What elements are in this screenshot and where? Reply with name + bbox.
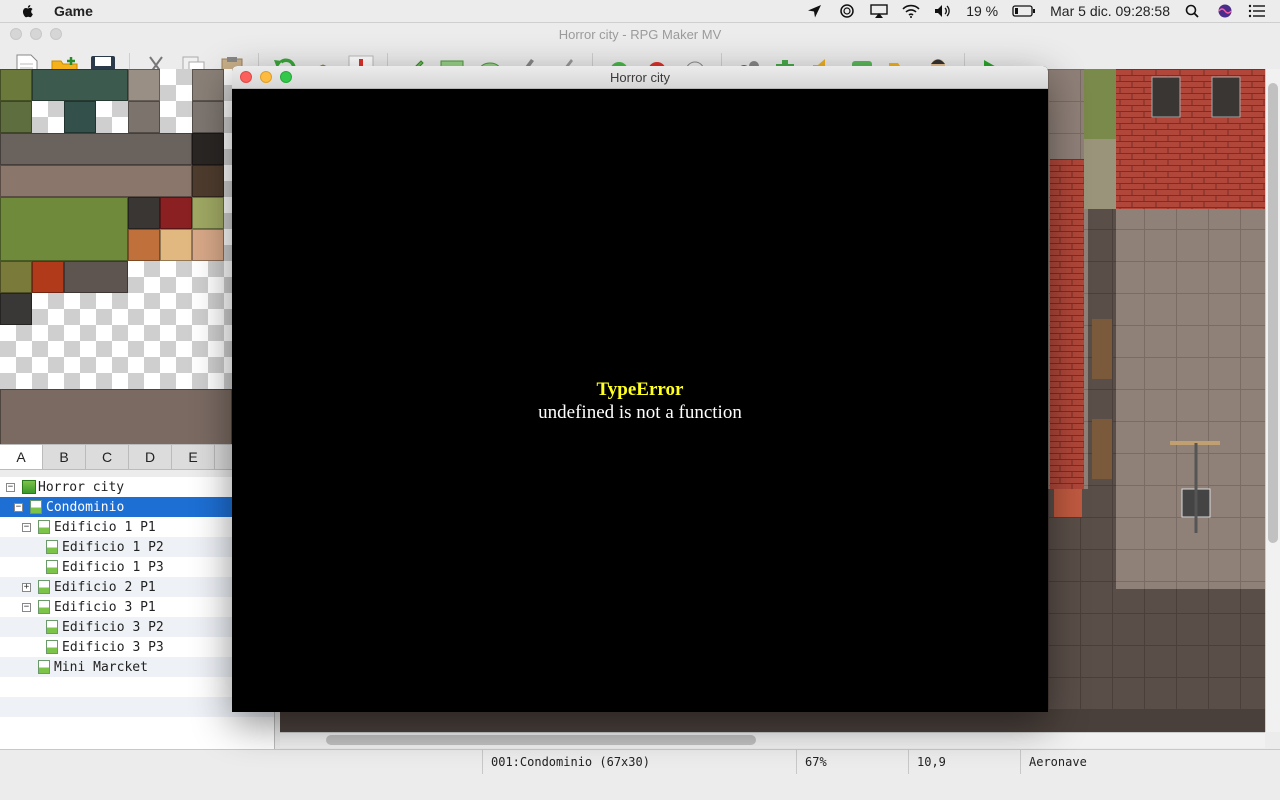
app-menu[interactable]: Game: [54, 3, 93, 19]
tileset-tab-d[interactable]: D: [129, 445, 172, 469]
clock[interactable]: Mar 5 dic. 09:28:58: [1050, 3, 1170, 19]
tile[interactable]: [0, 133, 192, 165]
map-icon: [38, 580, 50, 594]
tree-item-label: Edificio 1 P2: [62, 539, 164, 555]
game-window-title: Horror city: [610, 69, 670, 85]
tree-item-label: Edificio 3 P1: [54, 599, 156, 615]
spotlight-search-icon[interactable]: [1184, 4, 1202, 18]
tree-item-label: Edificio 1 P3: [62, 559, 164, 575]
tree-item-label: Edificio 3 P3: [62, 639, 164, 655]
tile[interactable]: [160, 197, 192, 229]
tile[interactable]: [192, 101, 224, 133]
tree-item-label: Mini Marcket: [54, 659, 148, 675]
tileset-tab-a[interactable]: A: [0, 445, 43, 469]
tile[interactable]: [192, 229, 224, 261]
vertical-scrollbar[interactable]: [1265, 69, 1280, 732]
tile[interactable]: [128, 101, 160, 133]
tileset-tabs: A B C D E: [0, 444, 232, 470]
tree-item-label: Edificio 2 P1: [54, 579, 156, 595]
map-icon: [38, 660, 50, 674]
game-title-bar[interactable]: Horror city: [232, 66, 1048, 89]
tile[interactable]: [192, 197, 224, 229]
tile[interactable]: [192, 69, 224, 101]
location-icon[interactable]: [806, 4, 824, 18]
tree-item-label: Edificio 3 P2: [62, 619, 164, 635]
collapse-toggle-icon[interactable]: −: [14, 502, 23, 512]
tile[interactable]: [64, 101, 96, 133]
editor-close-button[interactable]: [10, 28, 22, 40]
game-zoom-button[interactable]: [280, 71, 292, 83]
editor-minimize-button[interactable]: [30, 28, 42, 40]
tile[interactable]: [0, 293, 32, 325]
tile[interactable]: [32, 261, 64, 293]
tile[interactable]: [128, 229, 160, 261]
project-icon: [22, 480, 36, 494]
wifi-icon[interactable]: [902, 4, 920, 18]
tile[interactable]: [0, 389, 232, 445]
tileset-tab-c[interactable]: C: [86, 445, 129, 469]
editor-zoom-button[interactable]: [50, 28, 62, 40]
error-message-box: TypeError undefined is not a function: [232, 378, 1048, 424]
editor-title: Horror city - RPG Maker MV: [558, 26, 722, 42]
siri-icon[interactable]: [1216, 4, 1234, 18]
tile[interactable]: [0, 261, 32, 293]
collapse-toggle-icon[interactable]: −: [22, 602, 31, 612]
map-icon: [46, 640, 58, 654]
map-icon: [30, 500, 42, 514]
map-icon: [46, 560, 58, 574]
tile[interactable]: [0, 165, 192, 197]
map-icon: [38, 600, 50, 614]
map-icon: [46, 620, 58, 634]
tileset-palette[interactable]: [0, 69, 232, 445]
collapse-toggle-icon[interactable]: −: [6, 482, 15, 492]
volume-icon[interactable]: [934, 4, 952, 18]
airplay-icon[interactable]: [870, 4, 888, 18]
tile[interactable]: [0, 69, 32, 101]
status-vehicle: Aeronave: [1020, 750, 1280, 774]
status-bar: 001:Condominio (67x30) 67% 10,9 Aeronave: [0, 749, 1280, 774]
tile[interactable]: [128, 69, 160, 101]
game-window: Horror city TypeError undefined is not a…: [232, 66, 1048, 712]
tile[interactable]: [128, 197, 160, 229]
collapse-toggle-icon[interactable]: −: [22, 522, 31, 532]
error-message: undefined is not a function: [538, 402, 742, 423]
tile[interactable]: [0, 197, 128, 261]
map-icon: [38, 520, 50, 534]
notification-center-icon[interactable]: [1248, 4, 1266, 18]
vertical-scroll-thumb[interactable]: [1268, 83, 1278, 543]
tileset-tab-b[interactable]: B: [43, 445, 86, 469]
tile[interactable]: [0, 101, 32, 133]
map-icon: [46, 540, 58, 554]
tree-item-label: Horror city: [38, 479, 125, 495]
creative-cloud-icon[interactable]: [838, 4, 856, 18]
game-close-button[interactable]: [240, 71, 252, 83]
tile[interactable]: [192, 133, 224, 165]
menu-bar: Game 19 % Mar 5 dic. 09:28:58: [0, 0, 1280, 23]
tile[interactable]: [64, 261, 128, 293]
tile[interactable]: [192, 165, 224, 197]
editor-title-bar[interactable]: Horror city - RPG Maker MV: [0, 23, 1280, 45]
horizontal-scrollbar[interactable]: [280, 732, 1265, 748]
tileset-tab-e[interactable]: E: [172, 445, 215, 469]
error-title: TypeError: [596, 379, 684, 400]
tree-item-label: Edificio 1 P1: [54, 519, 156, 535]
battery-icon[interactable]: [1012, 4, 1036, 18]
status-map-info: 001:Condominio (67x30): [482, 750, 796, 774]
apple-icon[interactable]: [20, 3, 36, 19]
tile[interactable]: [160, 229, 192, 261]
status-zoom: 67%: [796, 750, 908, 774]
game-minimize-button[interactable]: [260, 71, 272, 83]
tile[interactable]: [32, 69, 128, 101]
tree-item-label: Condominio: [46, 499, 125, 515]
expand-toggle-icon[interactable]: +: [22, 582, 31, 592]
battery-percent[interactable]: 19 %: [966, 3, 998, 19]
horizontal-scroll-thumb[interactable]: [326, 735, 756, 745]
status-coordinates: 10,9: [908, 750, 1020, 774]
